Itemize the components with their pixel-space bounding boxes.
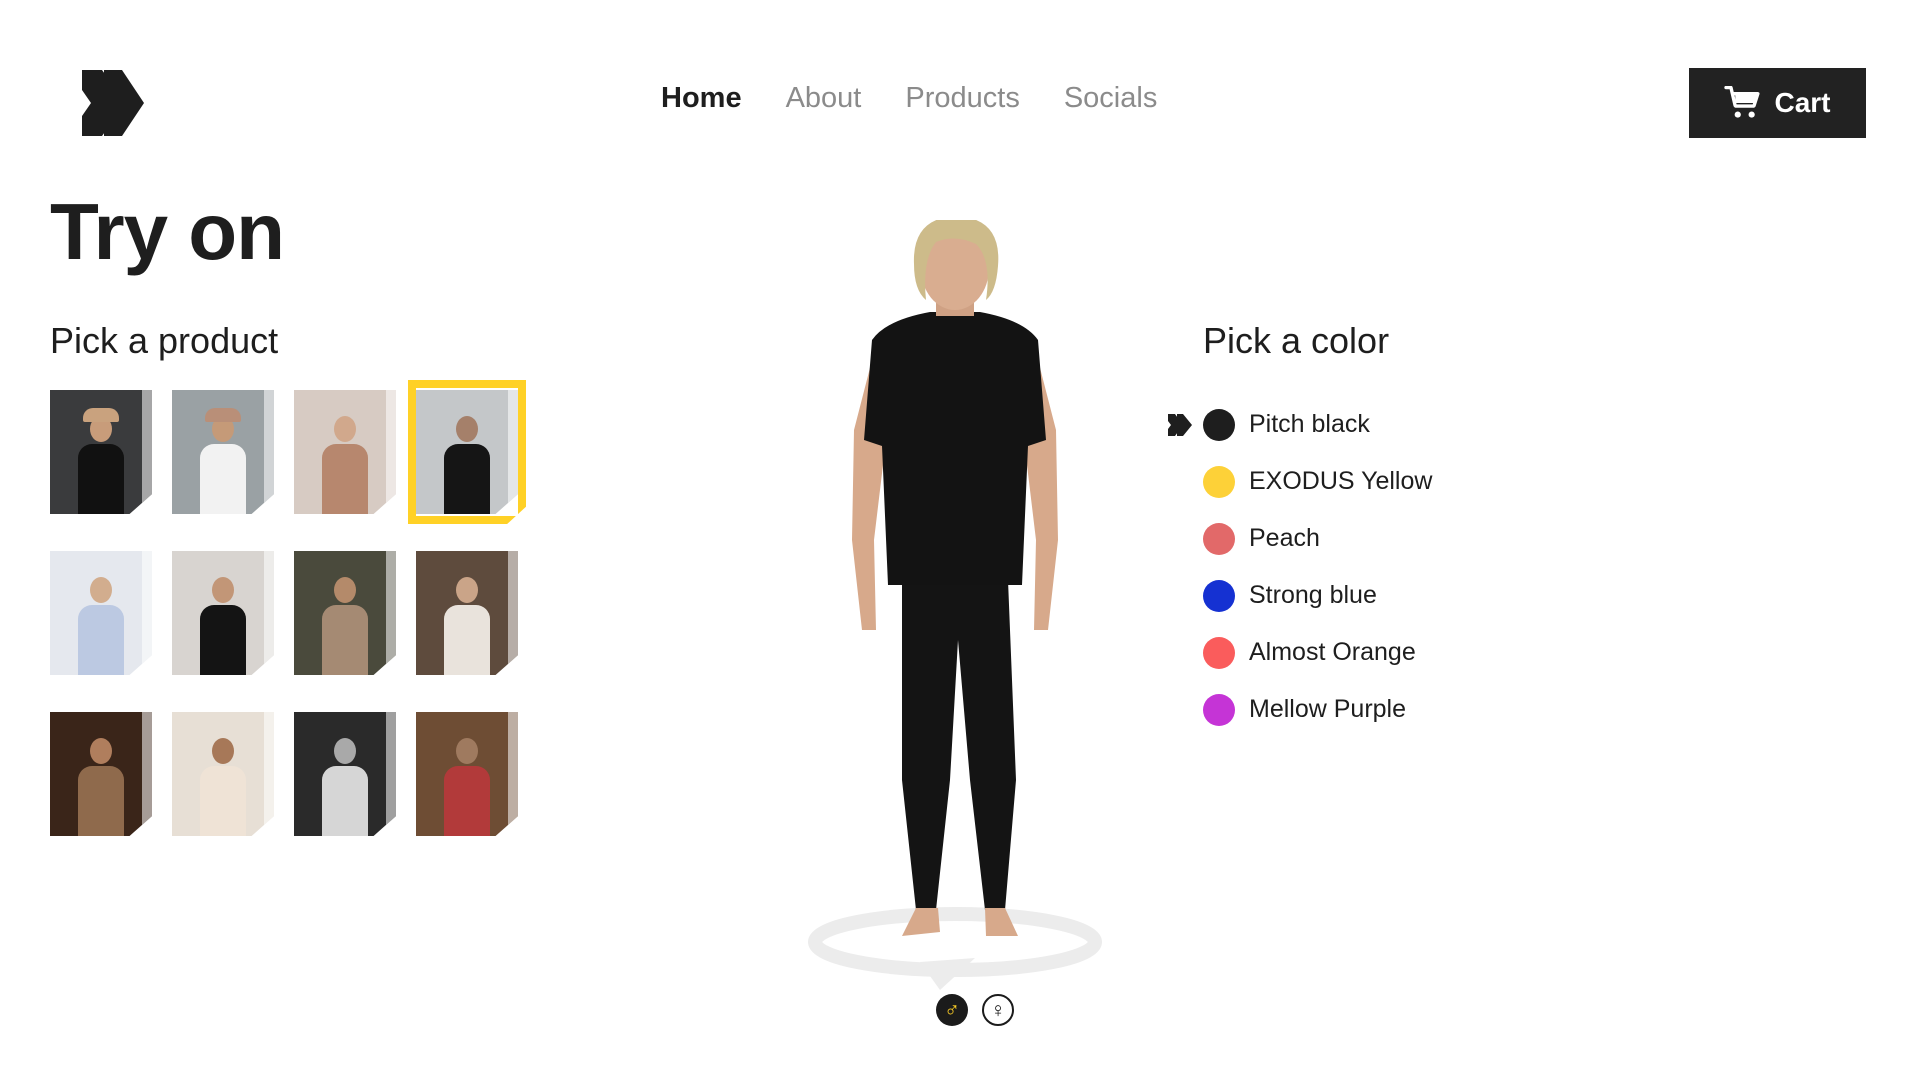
- product-thumbnail[interactable]: [50, 712, 152, 836]
- product-garment: [78, 766, 124, 836]
- product-thumbnail[interactable]: [50, 551, 152, 675]
- color-name: EXODUS Yellow: [1249, 467, 1433, 495]
- thumbnail-edge: [142, 390, 152, 514]
- product-thumbnail[interactable]: [416, 712, 518, 836]
- product-model-head: [90, 577, 112, 603]
- pick-product-heading: Pick a product: [50, 320, 279, 361]
- color-swatch: [1203, 579, 1235, 612]
- thumbnail-edge: [386, 712, 396, 836]
- product-thumbnail[interactable]: [50, 390, 152, 514]
- product-model-head: [212, 577, 234, 603]
- color-list: Pitch black EXODUS Yellow Peach Strong blue…: [1168, 396, 1432, 738]
- product-model-head: [334, 416, 356, 442]
- color-swatch: [1203, 408, 1235, 441]
- product-model-head: [334, 738, 356, 764]
- color-option[interactable]: Pitch black: [1168, 396, 1432, 453]
- color-name: Pitch black: [1249, 410, 1370, 438]
- cart-icon: [1724, 86, 1761, 118]
- color-name: Mellow Purple: [1249, 695, 1407, 723]
- main-nav: Home About Products Socials: [661, 82, 1157, 115]
- thumbnail-edge: [386, 390, 396, 514]
- product-thumbnail[interactable]: [294, 390, 396, 514]
- page-title: Try on: [50, 187, 285, 276]
- thumbnail-edge: [508, 390, 518, 514]
- gender-toggle: ♂ ♀: [936, 994, 1014, 1026]
- female-icon[interactable]: ♀: [982, 994, 1014, 1026]
- product-garment: [444, 444, 490, 514]
- product-thumbnail[interactable]: [172, 712, 274, 836]
- product-garment: [322, 766, 368, 836]
- color-swatch: [1203, 636, 1235, 669]
- color-option[interactable]: Almost Orange: [1168, 624, 1432, 681]
- product-garment: [78, 444, 124, 514]
- product-thumbnail[interactable]: [416, 390, 518, 514]
- thumbnail-edge: [142, 712, 152, 836]
- color-option[interactable]: EXODUS Yellow: [1168, 453, 1432, 510]
- color-swatch: [1203, 465, 1235, 498]
- product-model-head: [90, 738, 112, 764]
- product-garment: [444, 766, 490, 836]
- product-thumbnail[interactable]: [294, 712, 396, 836]
- nav-products[interactable]: Products: [905, 82, 1019, 115]
- product-garment: [322, 444, 368, 514]
- avatar-3d-model[interactable]: [790, 220, 1120, 1000]
- product-model-head: [456, 738, 478, 764]
- nav-socials[interactable]: Socials: [1064, 82, 1158, 115]
- product-thumbnail[interactable]: [294, 551, 396, 675]
- thumbnail-edge: [386, 551, 396, 675]
- product-garment: [444, 605, 490, 675]
- color-name: Almost Orange: [1249, 638, 1416, 666]
- product-grid: [50, 380, 530, 840]
- color-option[interactable]: Peach: [1168, 510, 1432, 567]
- thumbnail-edge: [264, 712, 274, 836]
- color-option[interactable]: Mellow Purple: [1168, 681, 1432, 738]
- color-swatch: [1203, 693, 1235, 726]
- thumbnail-edge: [264, 390, 274, 514]
- double-chevron-icon: [1168, 413, 1192, 436]
- product-hat: [205, 408, 241, 422]
- product-garment: [200, 766, 246, 836]
- product-garment: [78, 605, 124, 675]
- product-thumbnail[interactable]: [416, 551, 518, 675]
- color-name: Strong blue: [1249, 581, 1377, 609]
- male-icon[interactable]: ♂: [936, 994, 968, 1026]
- product-hat: [83, 408, 119, 422]
- pick-color-heading: Pick a color: [1203, 320, 1390, 361]
- product-thumbnail[interactable]: [172, 390, 274, 514]
- thumbnail-edge: [508, 551, 518, 675]
- nav-about[interactable]: About: [786, 82, 862, 115]
- color-swatch: [1203, 522, 1235, 555]
- cart-label: Cart: [1774, 87, 1831, 118]
- logo-icon[interactable]: [82, 70, 144, 136]
- product-thumbnail[interactable]: [172, 551, 274, 675]
- thumbnail-edge: [508, 712, 518, 836]
- product-model-head: [334, 577, 356, 603]
- product-model-head: [456, 577, 478, 603]
- product-garment: [322, 605, 368, 675]
- product-model-head: [456, 416, 478, 442]
- product-garment: [200, 605, 246, 675]
- rotate-arrow-icon[interactable]: [808, 907, 1102, 990]
- thumbnail-edge: [142, 551, 152, 675]
- product-garment: [200, 444, 246, 514]
- color-option[interactable]: Strong blue: [1168, 567, 1432, 624]
- selection-marker: [1168, 413, 1203, 436]
- color-name: Peach: [1249, 524, 1320, 552]
- thumbnail-edge: [264, 551, 274, 675]
- product-model-head: [212, 738, 234, 764]
- cart-button[interactable]: Cart: [1689, 68, 1866, 138]
- nav-home[interactable]: Home: [661, 82, 742, 115]
